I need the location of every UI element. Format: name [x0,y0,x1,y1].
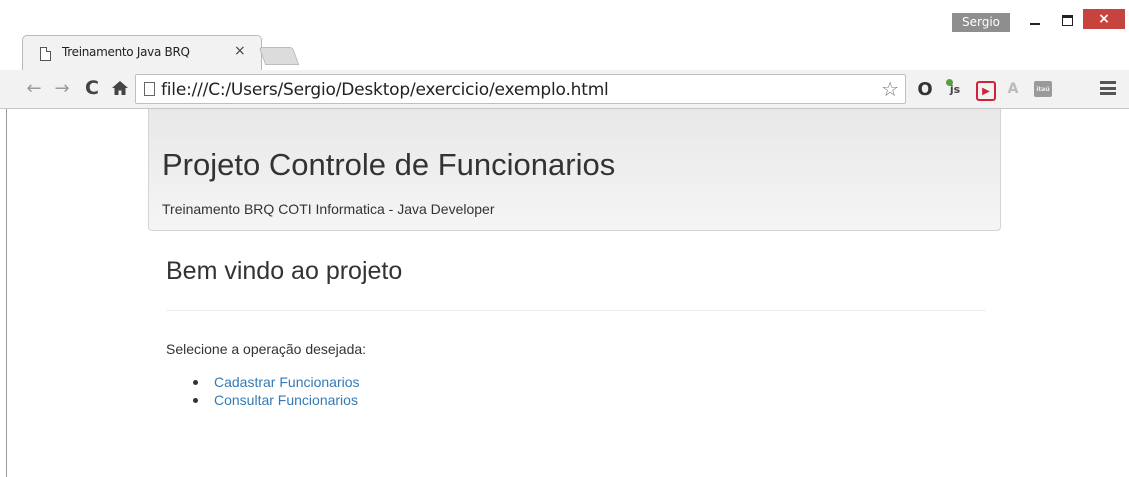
js-icon[interactable]: js [945,79,965,99]
opera-icon[interactable]: O [915,79,935,100]
home-icon[interactable] [108,76,132,100]
consultar-funcionarios-link[interactable]: Consultar Funcionarios [214,392,358,408]
list-item: Cadastrar Funcionarios [173,373,360,391]
cadastrar-funcionarios-link[interactable]: Cadastrar Funcionarios [214,374,360,390]
browser-toolbar: ← → C file:///C:/Users/Sergio/Desktop/ex… [0,70,1129,109]
divider [166,310,986,311]
page-viewport: Projeto Controle de Funcionarios Treinam… [6,109,1129,477]
address-bar[interactable]: file:///C:/Users/Sergio/Desktop/exercici… [135,74,906,104]
page-icon [144,82,155,96]
page-subtitle: Treinamento BRQ COTI Informatica - Java … [162,201,495,217]
list-item: Consultar Funcionarios [173,391,360,409]
back-arrow-icon[interactable]: ← [22,76,46,100]
welcome-heading: Bem vindo ao projeto [166,257,403,285]
new-tab-button[interactable] [258,47,300,65]
tab-close-icon[interactable]: × [234,43,246,59]
maximize-button[interactable] [1052,9,1082,31]
reload-icon[interactable]: C [80,76,104,100]
tab-treinamento-java-brq[interactable]: Treinamento Java BRQ × [22,35,262,71]
hamburger-menu-icon[interactable] [1100,79,1116,97]
minimize-button[interactable] [1020,9,1050,31]
forward-arrow-icon[interactable]: → [50,76,74,100]
page-icon [40,47,51,61]
itau-icon[interactable]: itaú [1034,81,1052,97]
jumbotron-header: Projeto Controle de Funcionarios Treinam… [148,109,1001,231]
operations-list: Cadastrar Funcionarios Consultar Funcion… [173,373,360,409]
user-profile-badge[interactable]: Sergio [952,13,1010,32]
url-text[interactable]: file:///C:/Users/Sergio/Desktop/exercici… [161,80,609,100]
instruction-text: Selecione a operação desejada: [166,341,367,357]
page-title: Projeto Controle de Funcionarios [162,147,616,182]
tab-title: Treinamento Java BRQ [62,45,190,59]
close-window-button[interactable]: × [1083,9,1125,29]
bookmark-star-icon[interactable]: ☆ [881,77,899,101]
window-titlebar: Sergio × Treinamento Java BRQ × [0,0,1129,71]
play-icon[interactable]: ▶ [976,81,996,101]
angular-icon[interactable]: A [1003,79,1023,99]
